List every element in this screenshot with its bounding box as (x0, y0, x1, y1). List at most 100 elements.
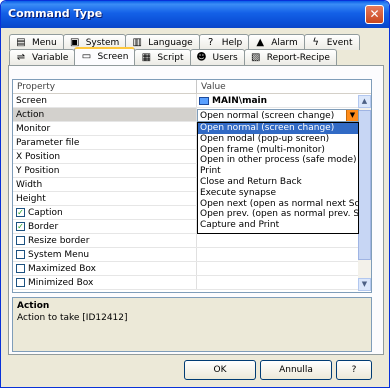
dropdown-option[interactable]: Open prev. (open as normal prev. Scree (198, 209, 358, 220)
property-value-cell[interactable] (197, 276, 371, 289)
grid-scrollbar[interactable]: ▲ ▼ (358, 95, 371, 291)
property-label: Screen (16, 95, 47, 106)
tab-row-2: ⇌ Variable ▭ Screen ▦ Script ☻ Users ▧ Report-Rec… (9, 47, 337, 65)
window-title: Command Type (8, 7, 103, 20)
alarm-icon: ▲ (256, 36, 265, 48)
help-icon: ? (208, 36, 214, 48)
menu-icon: ▤ (16, 36, 26, 48)
tab-menu[interactable]: ▤ Menu (9, 34, 64, 50)
property-row-resize-border[interactable]: Resize border (13, 234, 371, 248)
dropdown-option[interactable]: Open normal (screen change) (198, 123, 358, 134)
tab-label: Event (326, 37, 353, 48)
property-value-cell[interactable] (197, 262, 371, 275)
property-name-cell: Parameter file (13, 136, 197, 149)
tab-help[interactable]: ? Help (198, 34, 250, 50)
property-value: MAIN\main (212, 95, 268, 106)
property-label: Border (28, 221, 59, 232)
tab-label: Menu (32, 37, 57, 48)
scroll-thumb[interactable] (358, 110, 371, 260)
property-label: Y Position (16, 165, 60, 176)
dropdown-option[interactable]: Execute synapse (198, 188, 358, 199)
checkbox[interactable] (16, 236, 25, 245)
property-label: X Position (16, 151, 61, 162)
property-name-cell: Monitor (13, 122, 197, 135)
description-panel: Action Action to take [ID12412] (12, 297, 372, 352)
command-type-dialog: Command Type ✕ ▤ Menu ▣ System ▥ Language? Hel… (0, 0, 390, 388)
property-label: Parameter file (16, 137, 80, 148)
dropdown-option[interactable]: Close and Return Back (198, 177, 358, 188)
tab-screen[interactable]: ▭ Screen (74, 47, 136, 65)
monitor-icon (199, 96, 209, 105)
dropdown-option[interactable]: Capture and Print (198, 220, 358, 231)
value-column-header: Value (201, 82, 226, 92)
property-name-cell: X Position (13, 150, 197, 163)
property-name-cell: ✓ Caption (13, 206, 197, 219)
tab-label: Language (148, 37, 193, 48)
grid-header: Property Value (13, 80, 371, 94)
title-bar[interactable]: Command Type ✕ (1, 1, 389, 28)
property-name-cell: Action (13, 108, 197, 121)
tab-label: Alarm (271, 37, 298, 48)
property-row-screen[interactable]: Screen MAIN\main (13, 94, 371, 108)
tab-label: Variable (32, 52, 69, 63)
property-row-minimized-box[interactable]: Minimized Box (13, 276, 371, 290)
property-label: Action (16, 109, 45, 120)
tab-alarm[interactable]: ▲ Alarm (248, 34, 305, 50)
property-label: Maximized Box (28, 263, 96, 274)
property-name-cell: Screen (13, 94, 197, 107)
checkbox[interactable] (16, 250, 25, 259)
description-text: Action to take [ID12412] (17, 313, 128, 323)
dropdown-option[interactable]: Print (198, 166, 358, 177)
property-name-cell: Width (13, 178, 197, 191)
property-label: Caption (28, 207, 63, 218)
property-value-cell[interactable]: MAIN\main (197, 94, 371, 107)
tab-label: Report-Recipe (266, 52, 330, 63)
property-value-cell[interactable] (197, 234, 371, 247)
event-icon: ϟ (312, 36, 320, 48)
property-row-maximized-box[interactable]: Maximized Box (13, 262, 371, 276)
users-icon: ☻ (196, 51, 207, 63)
property-name-cell: System Menu (13, 248, 197, 261)
checkbox[interactable]: ✓ (16, 222, 25, 231)
property-label: Minimized Box (28, 277, 94, 288)
checkbox[interactable] (16, 264, 25, 273)
property-label: Width (16, 179, 43, 190)
property-name-cell: Height (13, 192, 197, 205)
property-row-system-menu[interactable]: System Menu (13, 248, 371, 262)
property-name-cell: Resize border (13, 234, 197, 247)
checkbox[interactable]: ✓ (16, 208, 25, 217)
tab-label: System (85, 37, 120, 48)
help-button[interactable]: ? (336, 360, 372, 380)
tab-report-recipe[interactable]: ▧ Report-Recipe (243, 49, 337, 65)
description-title: Action (17, 301, 50, 311)
dropdown-option[interactable]: Open modal (pop-up screen) (198, 134, 358, 145)
property-label: Resize border (28, 235, 90, 246)
tab-label: Screen (97, 52, 129, 62)
ok-button[interactable]: OK (184, 360, 256, 380)
tab-users[interactable]: ☻ Users (189, 49, 245, 65)
property-name-cell: ✓ Border (13, 220, 197, 233)
dropdown-option[interactable]: Open next (open as normal next Screen (198, 199, 358, 210)
dropdown-option[interactable]: Open frame (multi-monitor) (198, 145, 358, 156)
tab-label: Help (221, 37, 243, 48)
tab-language[interactable]: ▥ Language (125, 34, 200, 50)
tab-event[interactable]: ϟ Event (303, 34, 360, 50)
variable-icon: ⇌ (16, 51, 26, 63)
scroll-down-button[interactable]: ▼ (358, 278, 371, 291)
property-value-cell[interactable] (197, 248, 371, 261)
scroll-up-button[interactable]: ▲ (358, 95, 371, 108)
close-button[interactable]: ✕ (365, 5, 384, 24)
action-dropdown-list: Open normal (screen change) Open modal (p… (197, 122, 359, 234)
checkbox[interactable] (16, 278, 25, 287)
tab-script[interactable]: ▦ Script (134, 49, 191, 65)
property-label: Height (16, 193, 46, 204)
dropdown-option[interactable]: Open in other process (safe mode) (198, 155, 358, 166)
property-name-cell: Maximized Box (13, 262, 197, 275)
cancel-button[interactable]: Annulla (260, 360, 332, 380)
action-combobox[interactable]: Open normal (screen change) ▼ (197, 109, 359, 122)
tab-row-1: ▤ Menu ▣ System ▥ Language? Help ▲ Alarm ϟ Event (9, 34, 360, 50)
property-label: Monitor (16, 123, 51, 134)
property-column-header: Property (13, 80, 197, 93)
tab-variable[interactable]: ⇌ Variable (9, 49, 76, 65)
chevron-down-icon[interactable]: ▼ (346, 110, 358, 121)
